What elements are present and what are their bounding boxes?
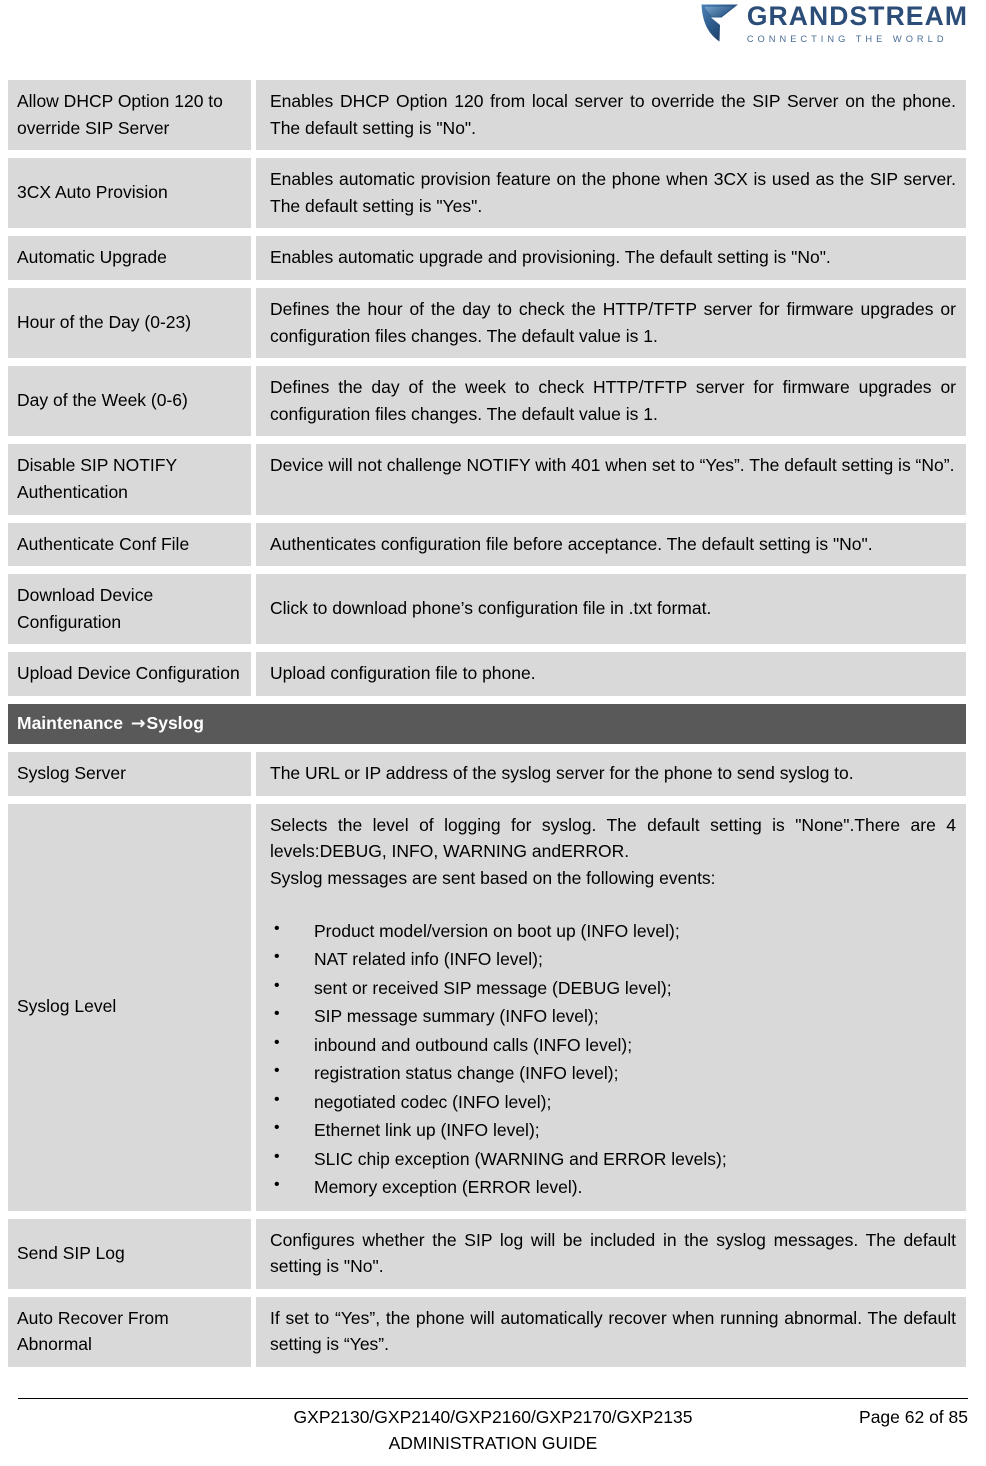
table-row: Upload Device Configuration Upload confi… [8,652,966,696]
table-row: Download Device Configuration Click to d… [8,574,966,645]
setting-description: Click to download phone’s configuration … [256,574,966,645]
row-gap-cell [8,1288,966,1297]
list-item: SIP message summary (INFO level); [270,1001,956,1031]
setting-description: Defines the day of the week to check HTT… [256,366,966,437]
row-gap [8,744,966,753]
row-gap-cell [8,744,966,753]
syslog-event-list: Product model/version on boot up (INFO l… [270,916,956,1202]
footer-model-line: GXP2130/GXP2140/GXP2160/GXP2170/GXP2135 [293,1407,693,1428]
setting-label: Upload Device Configuration [8,652,256,696]
setting-label: Disable SIP NOTIFY Authentication [8,444,256,515]
table-row: Syslog Server The URL or IP address of t… [8,752,966,796]
setting-label: 3CX Auto Provision [8,158,256,229]
setting-label: Hour of the Day (0-23) [8,287,256,359]
list-item: Ethernet link up (INFO level); [270,1115,956,1145]
setting-label: Download Device Configuration [8,574,256,645]
list-item: negotiated codec (INFO level); [270,1087,956,1117]
logo-tagline: CONNECTING THE WORLD [746,33,948,44]
row-gap [8,1288,966,1297]
list-item: NAT related info (INFO level); [270,944,956,974]
row-gap [8,358,966,367]
row-gap [8,566,966,575]
row-gap [8,150,966,159]
row-gap-cell [8,436,966,445]
table-row: Automatic Upgrade Enables automatic upgr… [8,236,966,280]
bullet-spacer [270,892,956,917]
setting-description: Enables DHCP Option 120 from local serve… [256,80,966,151]
table-row: Day of the Week (0-6) Defines the day of… [8,366,966,437]
table-row: Auto Recover From Abnormal If set to “Ye… [8,1296,966,1368]
description-paragraph: Selects the level of logging for syslog.… [270,814,956,862]
setting-description: Device will not challenge NOTIFY with 40… [256,444,966,515]
setting-label: Auto Recover From Abnormal [8,1296,256,1368]
setting-description: Authenticates configuration file before … [256,522,966,567]
row-gap-cell [8,695,966,704]
row-gap [8,514,966,523]
setting-description: Defines the hour of the day to check the… [256,287,966,359]
table-row: Hour of the Day (0-23) Defines the hour … [8,287,966,359]
setting-description: Enables automatic provision feature on t… [256,158,966,229]
setting-label: Day of the Week (0-6) [8,366,256,437]
list-item: Product model/version on boot up (INFO l… [270,916,956,946]
grandstream-logo: GRANDSTREAM CONNECTING THE WORLD [700,2,968,44]
row-gap [8,695,966,704]
table-row: Send SIP Log Configures whether the SIP … [8,1218,966,1289]
setting-label: Send SIP Log [8,1218,256,1289]
row-gap-cell [8,514,966,523]
setting-description: Upload configuration file to phone. [256,652,966,696]
footer-document-title: GXP2130/GXP2140/GXP2160/GXP2170/GXP2135 … [294,1405,693,1456]
list-item: Memory exception (ERROR level). [270,1172,956,1202]
row-gap [8,644,966,653]
setting-label: Syslog Server [8,752,256,796]
row-gap-cell [8,1210,966,1219]
page-number: Page 62 of 85 [859,1407,968,1428]
logo-brand-name: GRANDSTREAM [746,1,968,31]
right-arrow-icon: → [130,713,146,734]
description-paragraph: Syslog messages are sent based on the fo… [270,867,716,888]
footer-content: GXP2130/GXP2140/GXP2160/GXP2170/GXP2135 … [18,1399,968,1456]
row-gap [8,795,966,804]
row-gap-cell [8,228,966,237]
row-gap [8,279,966,288]
row-gap-cell [8,358,966,367]
table-row: Syslog Level Selects the level of loggin… [8,803,966,1211]
list-item: SLIC chip exception (WARNING and ERROR l… [270,1144,956,1174]
setting-description: Configures whether the SIP log will be i… [256,1218,966,1289]
table-row: 3CX Auto Provision Enables automatic pro… [8,158,966,229]
setting-label: Authenticate Conf File [8,522,256,567]
row-gap [8,436,966,445]
table-row: Authenticate Conf File Authenticates con… [8,522,966,567]
row-gap-cell [8,566,966,575]
section-header-row: Maintenance →Syslog [8,703,966,745]
list-item: inbound and outbound calls (INFO level); [270,1030,956,1060]
table-row: Disable SIP NOTIFY Authentication Device… [8,444,966,515]
page-footer: GXP2130/GXP2140/GXP2160/GXP2170/GXP2135 … [18,1398,968,1456]
grandstream-logo-mark [701,4,738,42]
setting-label: Automatic Upgrade [8,236,256,280]
setting-description: If set to “Yes”, the phone will automati… [256,1296,966,1368]
list-item: registration status change (INFO level); [270,1058,956,1088]
setting-label: Syslog Level [8,803,256,1211]
list-item: sent or received SIP message (DEBUG leve… [270,973,956,1003]
setting-label: Allow DHCP Option 120 to override SIP Se… [8,80,256,151]
logo-wordmark: GRANDSTREAM CONNECTING THE WORLD [747,2,968,44]
table-body: Allow DHCP Option 120 to override SIP Se… [8,80,966,1368]
section-header-prefix: Maintenance [17,712,128,733]
row-gap-cell [8,795,966,804]
setting-description: The URL or IP address of the syslog serv… [256,752,966,796]
page-header: GRANDSTREAM CONNECTING THE WORLD [0,0,986,62]
row-gap [8,228,966,237]
section-header-cell: Maintenance →Syslog [8,703,966,745]
setting-description: Enables automatic upgrade and provisioni… [256,236,966,280]
table-row: Allow DHCP Option 120 to override SIP Se… [8,80,966,151]
section-header-suffix: Syslog [146,712,204,733]
footer-guide-line: ADMINISTRATION GUIDE [388,1432,598,1453]
settings-description-table: Allow DHCP Option 120 to override SIP Se… [8,80,966,1368]
row-gap-cell [8,644,966,653]
row-gap-cell [8,150,966,159]
row-gap [8,1210,966,1219]
row-gap-cell [8,279,966,288]
setting-description: Selects the level of logging for syslog.… [256,803,966,1211]
